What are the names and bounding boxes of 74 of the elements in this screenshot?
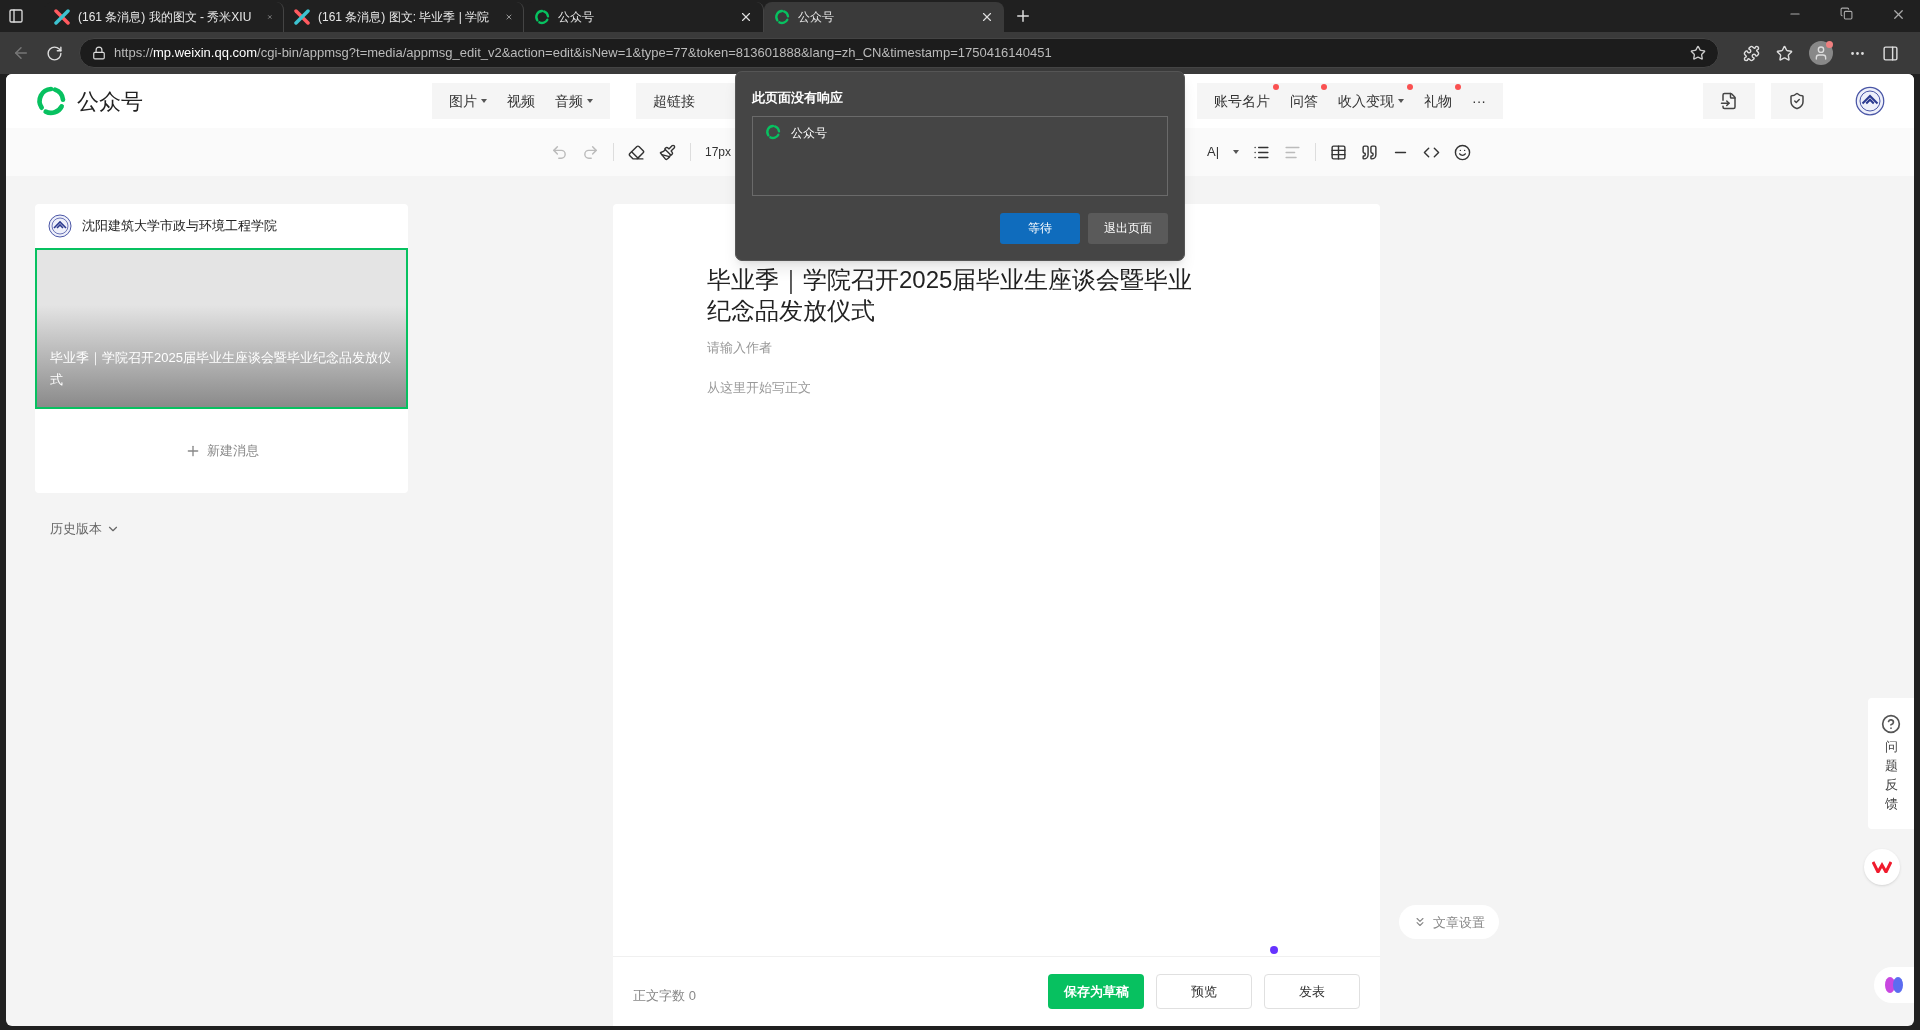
new-message-button[interactable]: 新建消息 [184,441,259,461]
eraser-icon[interactable] [628,143,645,161]
favorite-icon[interactable] [1690,45,1706,61]
word-count: 正文字数 0 [633,986,696,1005]
wps-button[interactable] [1864,849,1900,886]
nav-item[interactable]: 超链接 [644,83,704,119]
sidebar-icon[interactable] [1882,44,1899,62]
x-logo-icon [54,9,70,25]
w-logo-icon [1872,861,1892,874]
article-title: 毕业季｜学院召开2025届毕业生座谈会暨毕业纪念品发放仪式 [50,349,392,389]
page-name: 公众号 [791,124,827,142]
restore-icon[interactable] [1840,7,1853,20]
address-bar[interactable]: https://mp.weixin.qq.com/cgi-bin/appmsg?t=media/appmsg_edit_v2&action=edit&isNew=1&type=77&token=813601888&lang=zh_CN&timestamp=1750416140451 [79,38,1719,68]
lock-icon [92,46,106,60]
new-tab-icon[interactable] [1014,7,1032,25]
profile-avatar[interactable] [1809,41,1833,65]
nav-item[interactable]: 礼物 [1415,83,1461,119]
caret-icon [1233,150,1240,154]
nav-item[interactable]: 图片 [440,83,496,119]
brush-icon[interactable] [659,143,676,161]
logo-icon [534,9,550,25]
logo-icon [774,9,790,25]
caret-icon [1398,99,1404,103]
url-text: https://mp.weixin.qq.com/cgi-bin/appmsg?t=media/appmsg_edit_v2&action=edit&isNew=1&type=77&token=813601888&lang=zh_CN&timestamp=1750416140451 [114,44,1053,63]
tab-title: 公众号 [798,9,834,26]
emblem-icon [1855,86,1885,116]
nav-item[interactable]: 问答 [1281,83,1327,119]
browser-tab[interactable]: 公众号 [764,2,1004,32]
caret-icon [587,99,593,103]
article-title-field[interactable]: 毕业季｜学院召开2025届毕业生座谈会暨毕业纪念品发放仪式 [707,264,1207,326]
close-icon[interactable] [739,10,753,24]
exit-button[interactable] [1703,83,1755,119]
emoji-icon[interactable] [1454,143,1472,161]
table-icon[interactable] [1330,143,1348,161]
emblem-icon [48,214,72,238]
action-button[interactable]: 发表 [1264,974,1360,1009]
shield-icon [1788,92,1806,110]
dialog-button[interactable]: 退出页面 [1088,212,1168,244]
account-name: 沈阳建筑大学市政与环境工程学院 [82,217,277,236]
logo-icon [35,85,67,117]
feedback-text: 问题反馈 [1884,738,1898,813]
close-icon[interactable] [980,10,994,24]
feedback-panel[interactable]: 问题反馈 [1868,698,1914,830]
brain-icon [1884,976,1904,995]
back-icon[interactable] [12,44,30,62]
logo-text: 公众号 [77,87,144,116]
tab-title: (161 条消息) 我的图文 - 秀米XIU [78,9,252,26]
close-window-icon[interactable] [1891,7,1906,22]
nav-item[interactable]: 收入变现 [1329,83,1413,119]
history-button[interactable]: 历史版本 [50,519,408,539]
x-logo-icon [294,9,310,25]
nav-item[interactable]: 账号名片 [1205,83,1279,119]
nav-item[interactable]: 音频 [546,83,602,119]
help-icon [1881,714,1901,734]
action-button[interactable]: 预览 [1156,974,1252,1009]
nav-item[interactable]: 视频 [498,83,544,119]
font-size-select[interactable]: 17px [705,143,732,161]
ai-button[interactable] [1874,967,1914,1004]
security-button[interactable] [1771,83,1823,119]
text-direction-button[interactable]: A| [1207,142,1220,162]
reload-icon[interactable] [46,44,63,62]
favorites-icon[interactable] [1776,44,1793,62]
tab-actions-icon[interactable] [8,8,24,24]
file-exit-icon [1720,92,1738,110]
quote-icon[interactable] [1361,143,1379,161]
extensions-icon[interactable] [1743,44,1760,62]
dialog-title: 此页面没有响应 [752,89,844,107]
caret-icon [481,99,487,103]
tab-title: (161 条消息) 图文: 毕业季 | 学院 [318,9,490,26]
dialog-button[interactable]: 等待 [1000,212,1080,244]
article-settings-button[interactable]: 文章设置 [1399,905,1499,940]
nav-item[interactable]: ··· [1463,83,1495,119]
logo-icon [765,123,781,140]
tab-title: 公众号 [558,9,594,26]
